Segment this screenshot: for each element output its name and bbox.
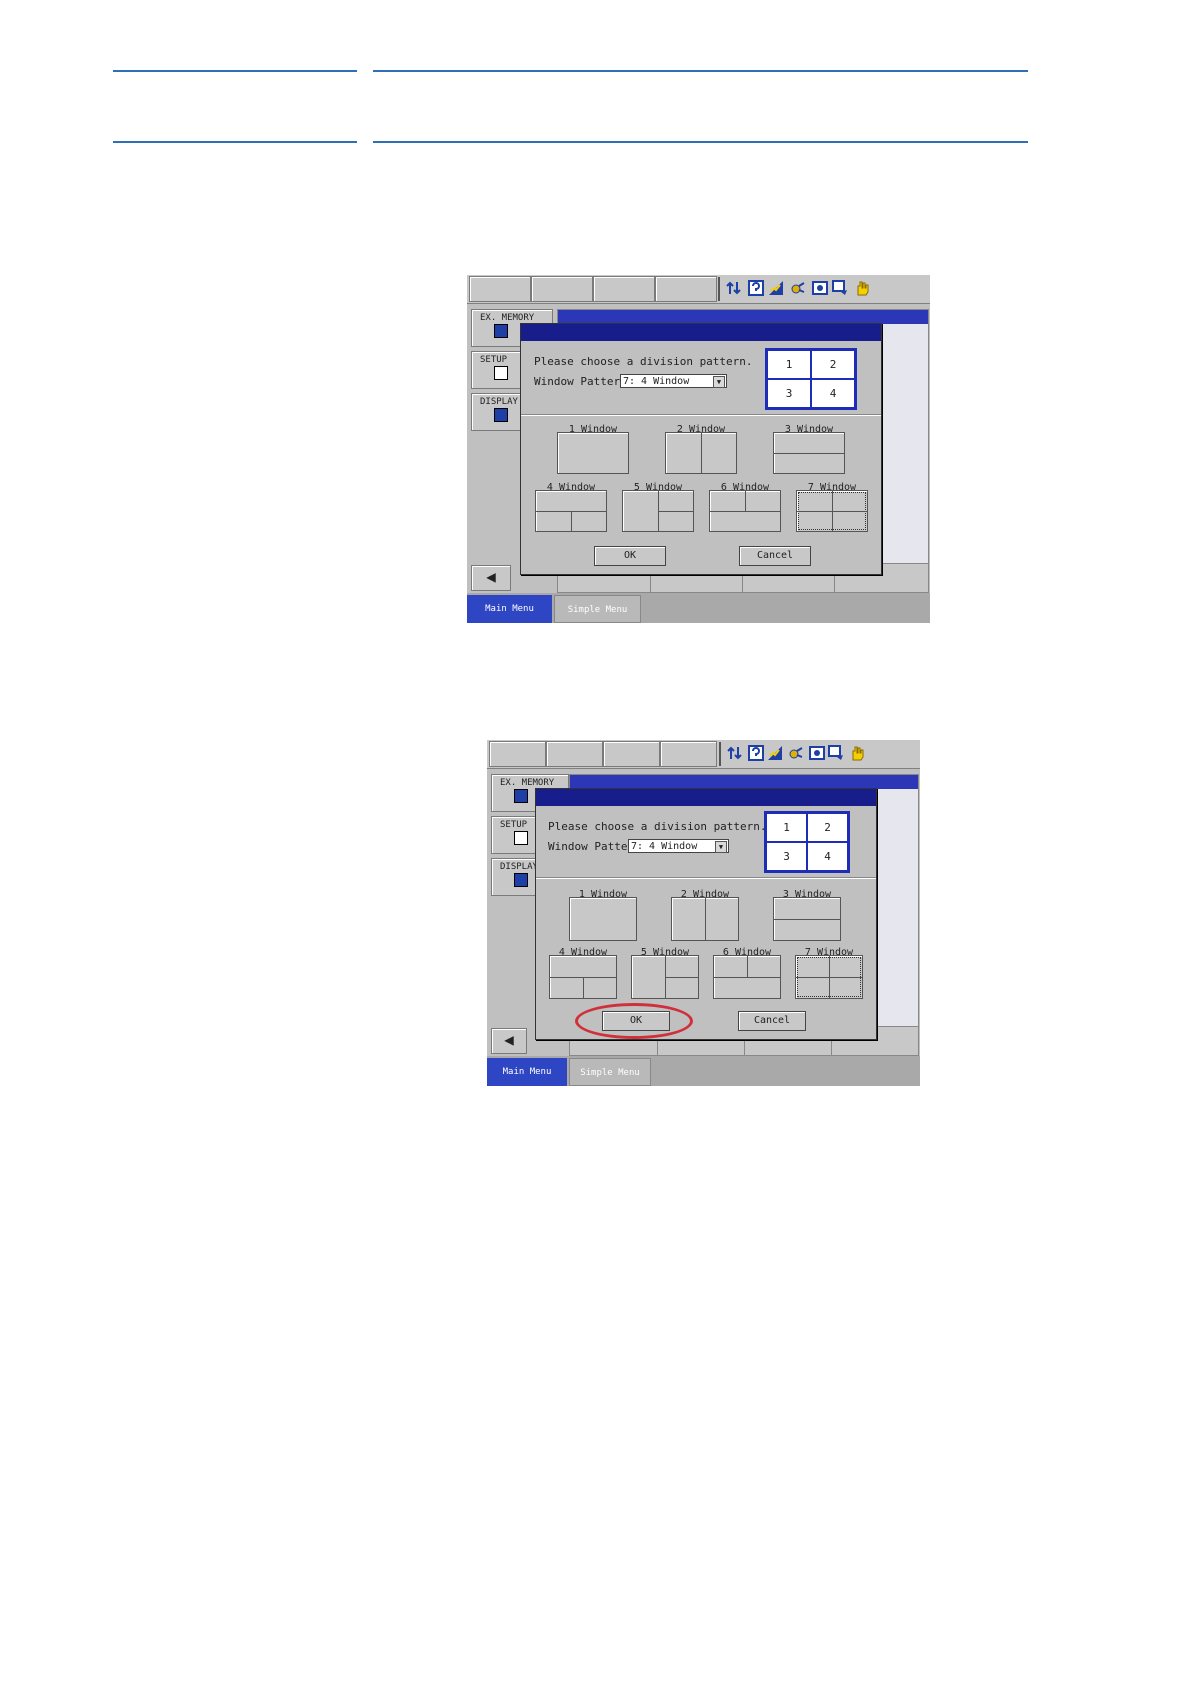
pattern-preview-grid: 1 2 3 4	[765, 348, 857, 410]
preview-cell: 2	[811, 350, 855, 379]
header-rule-right-top	[373, 70, 1028, 72]
header-rule-right-bottom	[373, 141, 1028, 143]
setup-label: SETUP	[480, 355, 508, 365]
camera-icon	[812, 281, 828, 295]
cancel-button[interactable]: Cancel	[739, 546, 811, 566]
option-4-window[interactable]: 4 Window	[549, 947, 617, 999]
top-bar	[467, 275, 930, 304]
preview-cell: 3	[766, 842, 807, 871]
main-menu-tab[interactable]: Main Menu	[467, 595, 552, 623]
top-button[interactable]	[469, 276, 531, 302]
help-icon	[748, 280, 764, 296]
option-5-window[interactable]: 5 Window	[631, 947, 699, 999]
pendant-screenshot-1: EX. MEMORY SETUP DISPLAY ◀ Please choose…	[467, 275, 930, 623]
top-button[interactable]	[660, 741, 717, 767]
ok-highlight-circle	[575, 1003, 693, 1039]
status-icon-strip	[718, 277, 930, 301]
window-pattern-select[interactable]: 7: 4 Window ▼	[628, 839, 729, 853]
chevron-down-icon[interactable]: ▼	[715, 841, 727, 853]
hand-icon	[857, 281, 869, 296]
window-pattern-dialog: Please choose a division pattern. Window…	[520, 323, 882, 575]
display-label: DISPLAY	[500, 862, 538, 872]
setup-icon	[494, 366, 508, 380]
camera-icon	[809, 746, 825, 760]
arrows-icon	[727, 746, 742, 760]
dialog-separator	[521, 414, 881, 416]
window-pattern-select[interactable]: 7: 4 Window ▼	[620, 374, 727, 388]
window-pattern-label: Window Pattern	[548, 840, 641, 853]
chevron-down-icon[interactable]: ▼	[713, 376, 725, 388]
top-button[interactable]	[655, 276, 717, 302]
main-menu-tab[interactable]: Main Menu	[487, 1058, 567, 1086]
window-pattern-label: Window Pattern	[534, 375, 627, 388]
display-icon	[514, 873, 528, 887]
dialog-prompt: Please choose a division pattern.	[534, 355, 753, 368]
pattern-preview-grid: 1 2 3 4	[764, 811, 850, 873]
option-2-window[interactable]: 2 Window	[665, 424, 737, 474]
option-7-window[interactable]: 7 Window	[796, 482, 868, 532]
option-5-window[interactable]: 5 Window	[622, 482, 694, 532]
menu-bar: Main Menu Simple Menu	[487, 1056, 920, 1086]
top-button[interactable]	[593, 276, 655, 302]
option-1-window[interactable]: 1 Window	[569, 889, 637, 941]
monitor-icon	[832, 280, 847, 295]
display-icon	[494, 408, 508, 422]
main-panel-titlebar	[558, 310, 928, 324]
signal-icon	[769, 281, 783, 295]
option-2-window[interactable]: 2 Window	[671, 889, 739, 941]
menu-bar: Main Menu Simple Menu	[467, 593, 930, 623]
header-rule-left-top	[113, 70, 357, 72]
robot-icon	[791, 282, 805, 294]
preview-cell: 2	[807, 813, 848, 842]
header-rule-left-bottom	[113, 141, 357, 143]
cancel-button[interactable]: Cancel	[738, 1011, 806, 1031]
signal-icon	[768, 746, 782, 760]
back-arrow-button[interactable]: ◀	[491, 1028, 527, 1054]
option-3-window[interactable]: 3 Window	[773, 424, 845, 474]
option-6-window[interactable]: 6 Window	[713, 947, 781, 999]
floppy-icon	[514, 789, 528, 803]
window-pattern-dialog: Please choose a division pattern. Window…	[535, 788, 877, 1040]
status-icon-strip	[719, 742, 920, 766]
pendant-screenshot-2: EX. MEMORY SETUP DISPLAY ◀ Please choose…	[487, 740, 920, 1086]
arrows-icon	[726, 281, 741, 295]
window-pattern-value: 7: 4 Window	[631, 841, 698, 852]
simple-menu-tab[interactable]: Simple Menu	[554, 595, 641, 623]
option-3-window[interactable]: 3 Window	[773, 889, 841, 941]
option-4-window[interactable]: 4 Window	[535, 482, 607, 532]
option-6-window[interactable]: 6 Window	[709, 482, 781, 532]
dialog-prompt: Please choose a division pattern.	[548, 820, 767, 833]
preview-cell: 1	[766, 813, 807, 842]
top-button[interactable]	[546, 741, 603, 767]
option-7-window[interactable]: 7 Window	[795, 947, 863, 999]
ok-button[interactable]: OK	[594, 546, 666, 566]
main-panel-titlebar	[570, 775, 918, 789]
option-1-window[interactable]: 1 Window	[557, 424, 629, 474]
top-button[interactable]	[603, 741, 660, 767]
top-button[interactable]	[531, 276, 593, 302]
dialog-separator	[536, 877, 876, 879]
robot-icon	[789, 747, 803, 759]
window-pattern-value: 7: 4 Window	[623, 376, 690, 387]
preview-cell: 1	[767, 350, 811, 379]
back-arrow-button[interactable]: ◀	[471, 565, 511, 591]
dialog-titlebar	[536, 789, 876, 806]
setup-label: SETUP	[500, 820, 528, 830]
monitor-icon	[828, 745, 843, 760]
dialog-titlebar	[521, 324, 881, 341]
floppy-icon	[494, 324, 508, 338]
display-label: DISPLAY	[480, 397, 518, 407]
simple-menu-tab[interactable]: Simple Menu	[569, 1058, 651, 1086]
top-bar	[487, 740, 920, 769]
setup-icon	[514, 831, 528, 845]
hand-icon	[852, 746, 864, 761]
preview-cell: 3	[767, 379, 811, 408]
ex-memory-label: EX. MEMORY	[480, 313, 535, 323]
ex-memory-label: EX. MEMORY	[500, 778, 555, 788]
top-button[interactable]	[489, 741, 546, 767]
preview-cell: 4	[811, 379, 855, 408]
preview-cell: 4	[807, 842, 848, 871]
help-icon	[748, 745, 764, 761]
